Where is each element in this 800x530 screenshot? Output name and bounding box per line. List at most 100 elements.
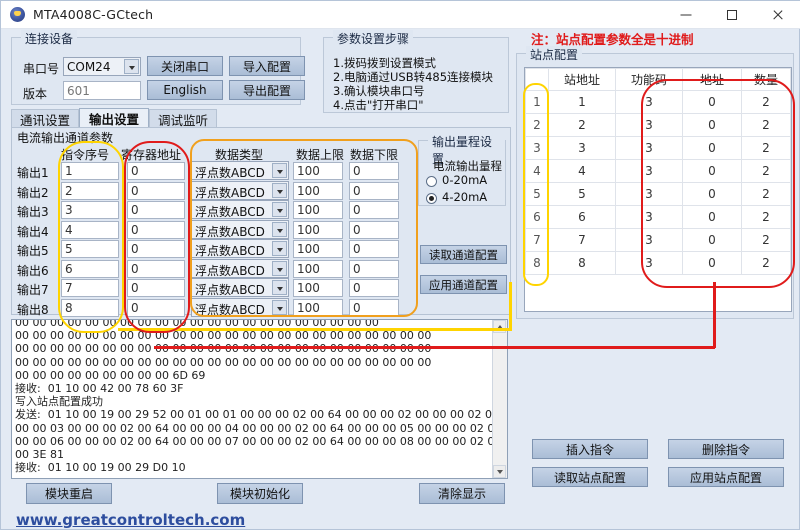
table-cell[interactable]: 0 <box>682 251 742 275</box>
data-upper-input-5[interactable]: 100 <box>293 240 343 258</box>
table-cell[interactable]: 0 <box>682 182 742 206</box>
table-row[interactable]: 33302 <box>525 136 791 160</box>
insert-command-button[interactable]: 插入指令 <box>532 439 648 459</box>
table-cell[interactable]: 3 <box>615 228 683 252</box>
table-cell[interactable]: 3 <box>615 159 683 183</box>
table-cell[interactable]: 3 <box>615 113 683 137</box>
station-config-table[interactable]: 站地址 功能码 地址 数量 11302223023330244302553026… <box>524 67 792 312</box>
table-cell[interactable]: 2 <box>741 182 791 206</box>
chevron-down-icon[interactable] <box>272 280 287 295</box>
data-upper-input-6[interactable]: 100 <box>293 259 343 278</box>
data-type-select-6[interactable]: 浮点数ABCD <box>191 258 289 278</box>
delete-command-button[interactable]: 删除指令 <box>668 439 784 459</box>
log-output-box[interactable]: 00 00 00 00 00 00 00 00 00 00 00 00 00 0… <box>11 319 508 479</box>
chevron-down-icon[interactable] <box>272 241 287 256</box>
tab-debug-monitor[interactable]: 调试监听 <box>149 109 217 128</box>
chevron-down-icon[interactable] <box>272 299 287 315</box>
data-type-select-3[interactable]: 浮点数ABCD <box>191 200 289 219</box>
table-cell[interactable]: 1 <box>548 90 616 114</box>
cmd-index-input-2[interactable]: 2 <box>61 181 119 200</box>
table-cell[interactable]: 3 <box>615 251 683 275</box>
table-cell[interactable]: 6 <box>548 205 616 229</box>
table-row[interactable]: 44302 <box>525 159 791 183</box>
chevron-down-icon[interactable] <box>272 221 287 237</box>
footer-link[interactable]: www.greatcontroltech.com <box>16 511 245 529</box>
table-cell[interactable]: 2 <box>741 159 791 183</box>
cmd-index-input-4[interactable]: 4 <box>61 220 119 239</box>
chevron-down-icon[interactable] <box>272 260 287 276</box>
cmd-index-input-3[interactable]: 3 <box>61 201 119 219</box>
data-upper-input-4[interactable]: 100 <box>293 220 343 239</box>
log-scrollbar[interactable] <box>492 320 507 478</box>
chevron-down-icon[interactable] <box>124 59 139 74</box>
close-port-button[interactable]: 关闭串口 <box>147 56 223 76</box>
table-cell[interactable]: 0 <box>682 90 742 114</box>
data-type-select-4[interactable]: 浮点数ABCD <box>191 219 289 239</box>
port-select[interactable]: COM24 <box>63 57 141 76</box>
data-type-select-2[interactable]: 浮点数ABCD <box>191 180 289 200</box>
cmd-index-input-8[interactable]: 8 <box>61 298 119 317</box>
table-cell[interactable]: 2 <box>741 205 791 229</box>
reg-addr-input-2[interactable]: 0 <box>127 181 185 200</box>
module-init-button[interactable]: 模块初始化 <box>217 483 303 504</box>
data-type-select-5[interactable]: 浮点数ABCD <box>191 239 289 258</box>
import-config-button[interactable]: 导入配置 <box>229 56 305 76</box>
table-row[interactable]: 88302 <box>525 251 791 275</box>
reg-addr-input-7[interactable]: 0 <box>127 279 185 297</box>
reg-addr-input-5[interactable]: 0 <box>127 240 185 258</box>
table-row[interactable]: 22302 <box>525 113 791 137</box>
data-upper-input-8[interactable]: 100 <box>293 298 343 317</box>
chevron-down-icon[interactable] <box>272 163 287 178</box>
data-lower-input-3[interactable]: 0 <box>349 201 399 219</box>
data-lower-input-5[interactable]: 0 <box>349 240 399 258</box>
data-lower-input-1[interactable]: 0 <box>349 162 399 180</box>
table-cell[interactable]: 2 <box>548 113 616 137</box>
table-cell[interactable]: 0 <box>682 136 742 160</box>
read-channel-config-button[interactable]: 读取通道配置 <box>420 245 507 264</box>
reg-addr-input-1[interactable]: 0 <box>127 162 185 180</box>
chevron-down-icon[interactable] <box>272 202 287 217</box>
data-lower-input-8[interactable]: 0 <box>349 298 399 317</box>
table-row[interactable]: 11302 <box>525 90 791 114</box>
data-type-select-8[interactable]: 浮点数ABCD <box>191 297 289 317</box>
scroll-up-icon[interactable] <box>493 320 506 333</box>
table-cell[interactable]: 0 <box>682 228 742 252</box>
data-upper-input-7[interactable]: 100 <box>293 279 343 297</box>
cmd-index-input-6[interactable]: 6 <box>61 259 119 278</box>
version-field[interactable]: 601 <box>63 81 141 100</box>
apply-station-config-button[interactable]: 应用站点配置 <box>668 467 784 487</box>
data-type-select-7[interactable]: 浮点数ABCD <box>191 278 289 297</box>
table-cell[interactable]: 2 <box>741 228 791 252</box>
table-cell[interactable]: 2 <box>741 113 791 137</box>
table-cell[interactable]: 0 <box>682 113 742 137</box>
table-cell[interactable]: 3 <box>615 182 683 206</box>
table-cell[interactable]: 3 <box>615 90 683 114</box>
table-row[interactable]: 77302 <box>525 228 791 252</box>
table-cell[interactable]: 3 <box>615 205 683 229</box>
data-upper-input-3[interactable]: 100 <box>293 201 343 219</box>
maximize-button[interactable] <box>709 1 755 28</box>
table-cell[interactable]: 0 <box>682 205 742 229</box>
table-cell[interactable]: 7 <box>548 228 616 252</box>
reg-addr-input-3[interactable]: 0 <box>127 201 185 219</box>
radio-0-20ma[interactable] <box>426 176 437 187</box>
data-upper-input-2[interactable]: 100 <box>293 181 343 200</box>
data-lower-input-6[interactable]: 0 <box>349 259 399 278</box>
table-cell[interactable]: 4 <box>548 159 616 183</box>
clear-display-button[interactable]: 清除显示 <box>419 483 505 504</box>
table-cell[interactable]: 0 <box>682 159 742 183</box>
apply-channel-config-button[interactable]: 应用通道配置 <box>420 275 507 294</box>
chevron-down-icon[interactable] <box>272 182 287 198</box>
scroll-down-icon[interactable] <box>493 465 506 478</box>
data-upper-input-1[interactable]: 100 <box>293 162 343 180</box>
close-button[interactable] <box>755 1 800 28</box>
minimize-button[interactable] <box>663 1 709 28</box>
table-row[interactable]: 66302 <box>525 205 791 229</box>
table-cell[interactable]: 2 <box>741 90 791 114</box>
reg-addr-input-6[interactable]: 0 <box>127 259 185 278</box>
cmd-index-input-7[interactable]: 7 <box>61 279 119 297</box>
tab-output-settings[interactable]: 输出设置 <box>79 108 149 128</box>
table-cell[interactable]: 2 <box>741 251 791 275</box>
data-lower-input-4[interactable]: 0 <box>349 220 399 239</box>
module-restart-button[interactable]: 模块重启 <box>26 483 112 504</box>
